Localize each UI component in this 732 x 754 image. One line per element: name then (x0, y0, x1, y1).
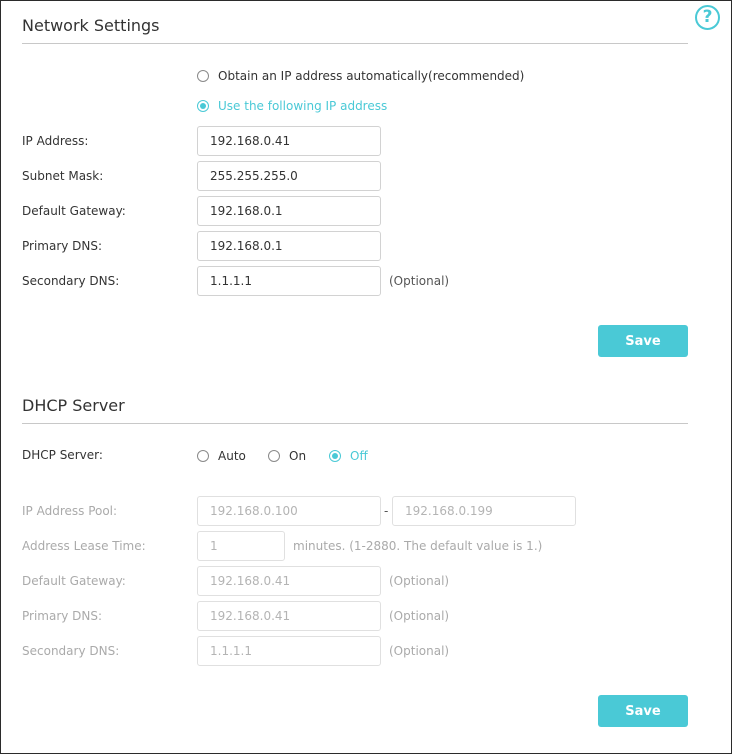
subnet-mask-input[interactable] (197, 161, 381, 191)
radio-dhcp-off[interactable]: Off (329, 447, 368, 465)
optional-hint: (Optional) (389, 644, 450, 658)
network-save-button[interactable]: Save (598, 325, 688, 357)
dhcp-secondary-dns-input[interactable] (197, 636, 381, 666)
radio-circle-icon[interactable] (197, 70, 209, 82)
radio-label: Off (350, 449, 368, 463)
optional-hint: (Optional) (389, 574, 450, 588)
radio-use-following-ip[interactable]: Use the following IP address (197, 97, 387, 115)
dhcp-primary-dns-label: Primary DNS: (22, 609, 103, 623)
optional-hint: (Optional) (389, 274, 450, 288)
dhcp-default-gateway-label: Default Gateway: (22, 574, 126, 588)
help-icon[interactable]: ? (695, 5, 720, 30)
dhcp-server-label: DHCP Server: (22, 448, 103, 462)
optional-hint: (Optional) (389, 609, 450, 623)
radio-circle-icon[interactable] (268, 450, 280, 462)
radio-dhcp-on[interactable]: On (268, 447, 306, 465)
secondary-dns-label: Secondary DNS: (22, 274, 120, 288)
ip-address-label: IP Address: (22, 134, 89, 148)
primary-dns-label: Primary DNS: (22, 239, 103, 253)
radio-label: Use the following IP address (218, 99, 388, 113)
dhcp-default-gateway-input[interactable] (197, 566, 381, 596)
radio-label: Obtain an IP address automatically(recom… (218, 69, 525, 83)
radio-selected-icon[interactable] (329, 450, 341, 462)
dhcp-primary-dns-input[interactable] (197, 601, 381, 631)
ip-pool-start-input[interactable] (197, 496, 381, 526)
radio-label: Auto (218, 449, 246, 463)
dhcp-server-divider (22, 423, 688, 424)
dhcp-secondary-dns-label: Secondary DNS: (22, 644, 120, 658)
radio-obtain-ip-automatically[interactable]: Obtain an IP address automatically(recom… (197, 67, 524, 85)
default-gateway-input[interactable] (197, 196, 381, 226)
default-gateway-label: Default Gateway: (22, 204, 126, 218)
radio-label: On (289, 449, 307, 463)
subnet-mask-label: Subnet Mask: (22, 169, 104, 183)
radio-dhcp-auto[interactable]: Auto (197, 447, 246, 465)
dhcp-server-title: DHCP Server (22, 396, 125, 415)
lease-time-input[interactable] (197, 531, 285, 561)
network-settings-divider (22, 43, 688, 44)
settings-panel: ? Network Settings Obtain an IP address … (0, 0, 732, 754)
address-lease-time-label: Address Lease Time: (22, 539, 146, 553)
primary-dns-input[interactable] (197, 231, 381, 261)
radio-selected-icon[interactable] (197, 100, 209, 112)
network-settings-title: Network Settings (22, 16, 160, 35)
ip-address-pool-label: IP Address Pool: (22, 504, 118, 518)
ip-pool-end-input[interactable] (392, 496, 576, 526)
lease-time-hint: minutes. (1-2880. The default value is 1… (293, 539, 543, 553)
dhcp-save-button[interactable]: Save (598, 695, 688, 727)
radio-circle-icon[interactable] (197, 450, 209, 462)
pool-range-separator: - (384, 504, 389, 518)
ip-address-input[interactable] (197, 126, 381, 156)
secondary-dns-input[interactable] (197, 266, 381, 296)
